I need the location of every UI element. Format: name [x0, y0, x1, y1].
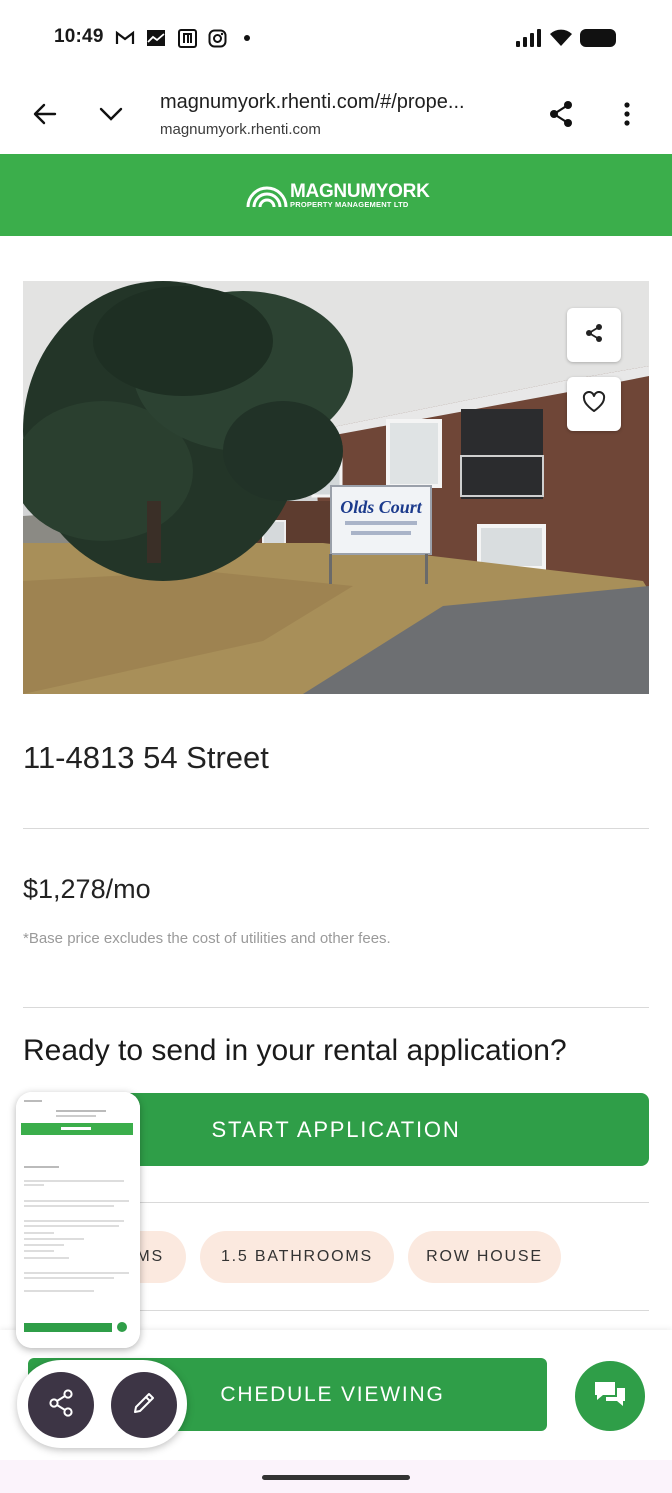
photo-share-button[interactable]	[567, 308, 621, 362]
chat-icon	[592, 1378, 628, 1415]
feature-chip-type: ROW HOUSE	[408, 1231, 561, 1283]
share-icon[interactable]	[540, 93, 582, 135]
url-text[interactable]: magnumyork.rhenti.com/#/prope...	[160, 91, 465, 114]
screenshot-thumbnail[interactable]	[16, 1092, 140, 1348]
edit-icon	[131, 1390, 157, 1421]
screenshot-share-button[interactable]	[28, 1372, 94, 1438]
property-photo[interactable]: Olds Court	[23, 281, 649, 694]
instagram-icon	[207, 28, 227, 48]
cta-heading: Ready to send in your rental application…	[23, 1034, 567, 1067]
logo-tagline: PROPERTY MANAGEMENT LTD	[290, 200, 409, 209]
divider	[23, 828, 649, 829]
divider	[23, 1007, 649, 1008]
photos-icon	[146, 28, 166, 48]
back-arrow-icon[interactable]	[24, 93, 66, 135]
rent-price: $1,278/mo	[23, 874, 151, 904]
favorite-button[interactable]	[567, 377, 621, 431]
more-vert-icon[interactable]	[606, 93, 648, 135]
status-time: 10:49	[54, 26, 104, 47]
property-address: 11-4813 54 Street	[23, 740, 269, 775]
home-gesture-handle[interactable]	[262, 1475, 410, 1480]
feature-chip-bathrooms: 1.5 BATHROOMS	[200, 1231, 394, 1283]
screenshot-edit-button[interactable]	[111, 1372, 177, 1438]
heart-icon	[582, 390, 606, 418]
gmail-icon	[115, 28, 135, 48]
app-icon	[177, 28, 197, 48]
chevron-down-icon[interactable]	[90, 93, 132, 135]
signal-icon	[516, 29, 542, 47]
wifi-icon	[549, 28, 573, 48]
more-notifications-dot	[244, 35, 250, 41]
price-note: *Base price excludes the cost of utiliti…	[23, 930, 391, 947]
url-domain: magnumyork.rhenti.com	[160, 121, 321, 138]
battery-icon	[580, 29, 616, 47]
logo-arc-icon[interactable]	[246, 180, 288, 208]
share-icon	[585, 323, 603, 348]
share-icon	[48, 1388, 74, 1422]
photo-sign-text: Olds Court	[340, 497, 423, 517]
chat-button[interactable]	[575, 1361, 645, 1431]
